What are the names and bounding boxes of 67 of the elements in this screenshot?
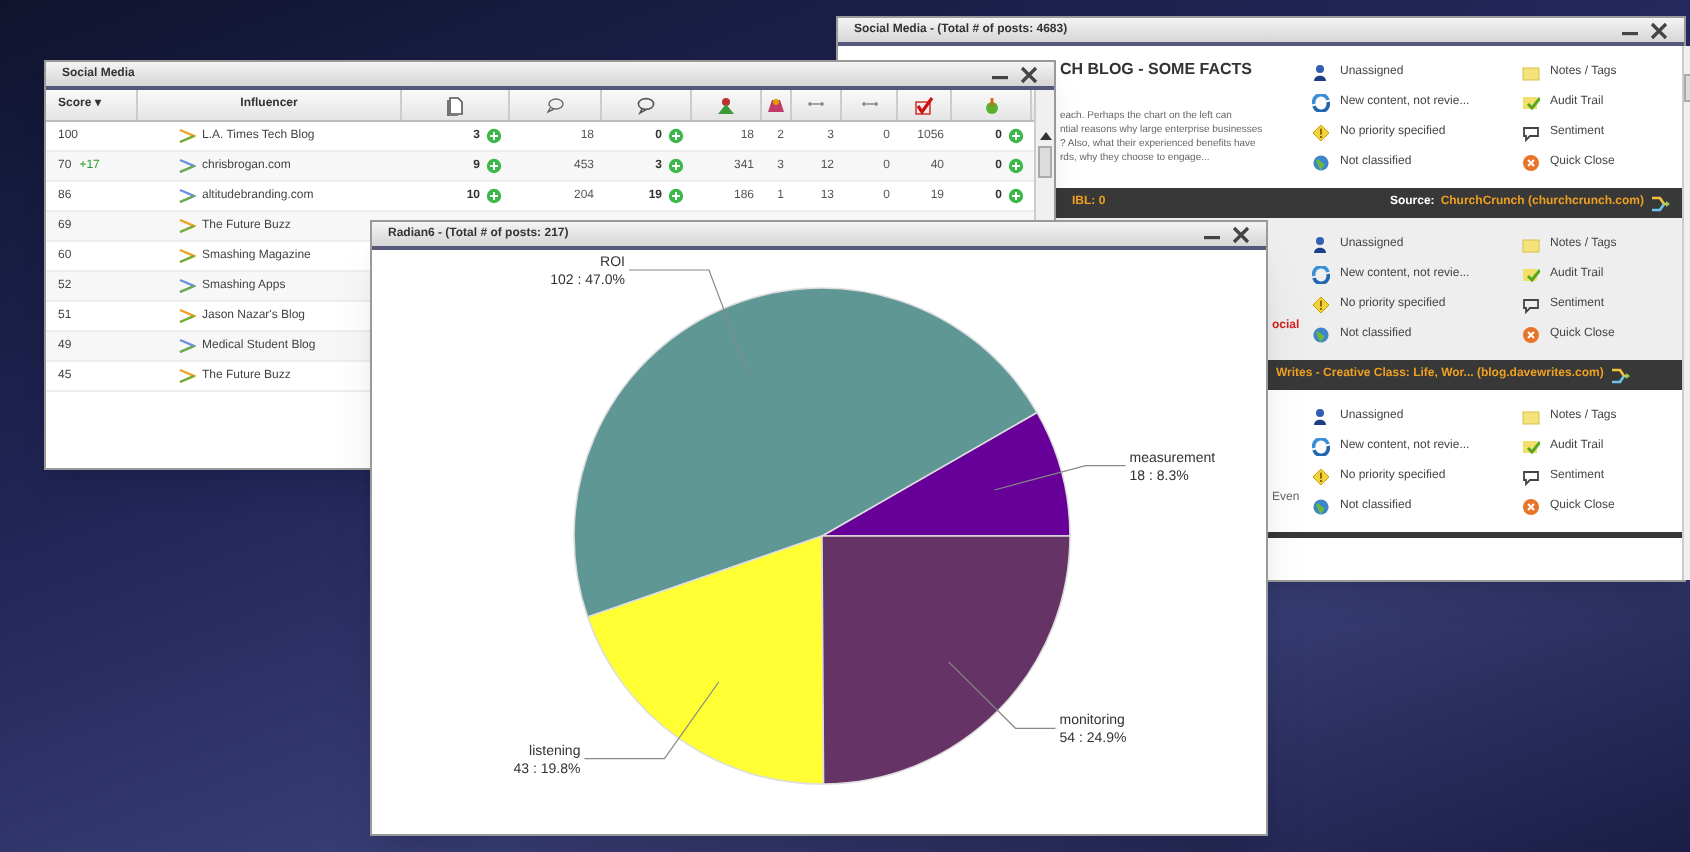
group-icon: [766, 95, 786, 115]
scroll-up-icon: [1037, 130, 1053, 142]
minimize-icon: [1204, 236, 1220, 240]
note-icon: [1522, 408, 1540, 426]
speech-bubble-icon: [1522, 296, 1540, 314]
close-button[interactable]: [1648, 20, 1668, 40]
globe-icon: [1312, 498, 1330, 516]
close-icon: [1019, 65, 1037, 83]
plus-icon: [486, 128, 502, 144]
plus-icon: [668, 188, 684, 204]
globe-icon: [1312, 154, 1330, 172]
close-icon: [1649, 21, 1667, 39]
arrow-icon: [178, 128, 196, 144]
arrow-icon: [178, 368, 196, 384]
speech-bubble-icon: [1522, 124, 1540, 142]
arrow-icon: [178, 308, 196, 324]
checklist-icon: [1522, 438, 1540, 456]
close-circle-icon: [1522, 498, 1540, 516]
thumbs-up-icon: [981, 95, 1001, 115]
checklist-icon: [1522, 94, 1540, 112]
plus-icon: [1008, 128, 1024, 144]
person-icon: [1312, 64, 1330, 82]
note-icon: [1522, 64, 1540, 82]
arrow-icon: [178, 338, 196, 354]
arrow-icon: [178, 188, 196, 204]
note-icon: [1522, 236, 1540, 254]
leader-line: [583, 681, 720, 760]
minimize-icon: [1622, 32, 1638, 36]
person-icon: [1312, 236, 1330, 254]
speech-bubble-icon: [636, 95, 656, 115]
close-button[interactable]: [1018, 64, 1038, 84]
person-icon: [1312, 408, 1330, 426]
close-circle-icon: [1522, 154, 1540, 172]
arrow-icon: [178, 248, 196, 264]
close-circle-icon: [1522, 326, 1540, 344]
refresh-icon: [1312, 438, 1330, 456]
globe-icon: [1312, 326, 1330, 344]
speech-bubble-icon: [1522, 468, 1540, 486]
post-headline[interactable]: CH BLOG - SOME FACTS: [1060, 58, 1252, 82]
plus-icon: [1008, 158, 1024, 174]
warning-icon: [1312, 124, 1330, 142]
people-icon: [716, 95, 736, 115]
speech-bubble-icon: [545, 95, 565, 115]
leader-line: [628, 269, 749, 375]
plus-icon: [668, 128, 684, 144]
share-arrows-icon: [1609, 365, 1630, 385]
arrow-icon: [178, 278, 196, 294]
close-icon: [1231, 225, 1249, 243]
plus-icon: [668, 158, 684, 174]
arrow-icon: [178, 218, 196, 234]
plus-icon: [1008, 188, 1024, 204]
leader-line: [948, 661, 1057, 729]
scroll-thumb[interactable]: [1038, 146, 1052, 178]
checklist-icon: [1522, 266, 1540, 284]
checkmark-icon: [914, 95, 934, 115]
refresh-icon: [1312, 94, 1330, 112]
plus-icon: [486, 188, 502, 204]
warning-icon: [1312, 296, 1330, 314]
minimize-icon: [992, 76, 1008, 80]
warning-icon: [1312, 468, 1330, 486]
close-button[interactable]: [1230, 224, 1250, 244]
leader-line: [993, 465, 1127, 491]
document-icon: [445, 95, 465, 115]
arrow-icon: [178, 158, 196, 174]
refresh-icon: [1312, 266, 1330, 284]
share-arrows-icon: [1650, 193, 1670, 213]
plus-icon: [486, 158, 502, 174]
